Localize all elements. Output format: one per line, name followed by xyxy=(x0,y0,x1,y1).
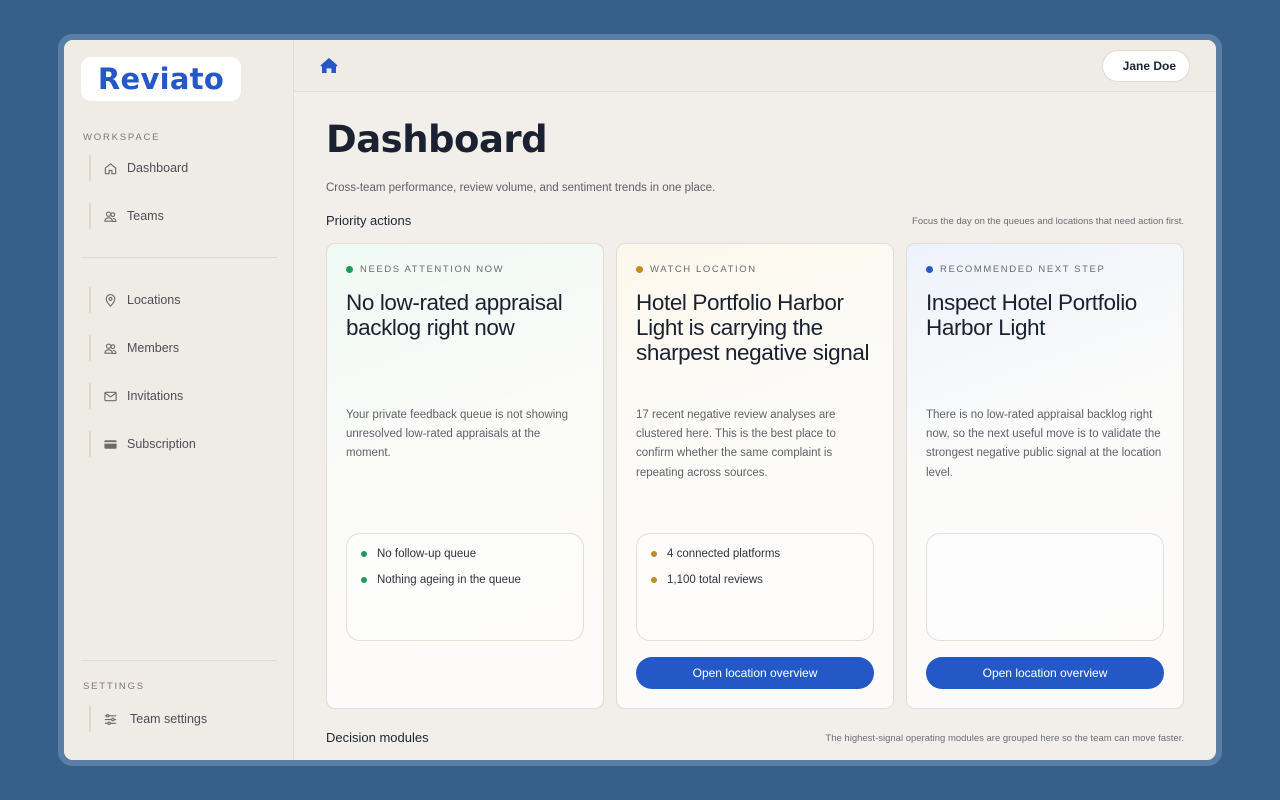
fact-item: Nothing ageing in the queue xyxy=(361,574,569,600)
sidebar-item-invitations[interactable]: Invitations xyxy=(89,383,269,409)
sidebar-item-team-settings[interactable]: Team settings xyxy=(89,706,269,732)
priority-card-watch-location: WATCH LOCATION Hotel Portfolio Harbor Li… xyxy=(616,243,894,709)
bullet-dot xyxy=(361,551,367,557)
members-icon xyxy=(102,340,118,356)
fact-item: 4 connected platforms xyxy=(651,548,859,574)
card-body: 17 recent negative review analyses are c… xyxy=(636,409,836,479)
top-bar: Jane Doe xyxy=(294,40,1216,92)
card-badge-label: NEEDS ATTENTION NOW xyxy=(360,264,505,275)
card-body: There is no low-rated appraisal backlog … xyxy=(926,409,1162,479)
logo[interactable]: Reviato xyxy=(81,57,241,101)
nav-indicator xyxy=(89,203,91,229)
card-badge-label: WATCH LOCATION xyxy=(650,264,757,275)
card-badge: WATCH LOCATION xyxy=(636,264,757,275)
sidebar-item-label: Locations xyxy=(127,293,181,307)
nav-indicator xyxy=(89,431,91,457)
open-location-overview-button[interactable]: Open location overview xyxy=(926,657,1164,689)
app-window: Reviato WORKSPACE Dashboard Teams Locati… xyxy=(58,34,1222,766)
fact-item: No follow-up queue xyxy=(361,548,569,574)
card-badge: RECOMMENDED NEXT STEP xyxy=(926,264,1105,275)
card-title: Hotel Portfolio Harbor Light is carrying… xyxy=(636,290,870,365)
fact-text: No follow-up queue xyxy=(377,548,477,560)
sidebar-item-label: Teams xyxy=(127,209,164,223)
priority-cards: NEEDS ATTENTION NOW No low-rated apprais… xyxy=(326,243,1184,709)
card-body: Your private feedback queue is not showi… xyxy=(346,409,569,460)
card-title: No low-rated appraisal backlog right now xyxy=(346,290,563,340)
sidebar-item-locations[interactable]: Locations xyxy=(89,287,269,313)
card-facts xyxy=(926,533,1164,641)
main-area: Jane Doe Dashboard Cross-team performanc… xyxy=(294,40,1216,760)
status-dot xyxy=(926,266,933,273)
sidebar-item-label: Invitations xyxy=(127,389,184,403)
app-frame: Reviato WORKSPACE Dashboard Teams Locati… xyxy=(64,40,1216,760)
sidebar-item-subscription[interactable]: Subscription xyxy=(89,431,269,457)
priority-section-title: Priority actions xyxy=(326,213,412,228)
card-badge: NEEDS ATTENTION NOW xyxy=(346,264,504,275)
card-badge-label: RECOMMENDED NEXT STEP xyxy=(940,264,1106,275)
status-dot xyxy=(636,266,643,273)
nav-indicator xyxy=(89,287,91,313)
nav-indicator xyxy=(89,335,91,361)
nav-indicator xyxy=(89,706,91,732)
map-pin-icon xyxy=(102,292,118,308)
card-facts: No follow-up queue Nothing ageing in the… xyxy=(346,533,584,641)
open-location-overview-button[interactable]: Open location overview xyxy=(636,657,874,689)
bullet-dot xyxy=(651,551,657,557)
card-facts: 4 connected platforms 1,100 total review… xyxy=(636,533,874,641)
nav-indicator xyxy=(89,155,91,181)
fact-text: 1,100 total reviews xyxy=(667,574,763,586)
bullet-dot xyxy=(651,577,657,583)
user-menu-button[interactable]: Jane Doe xyxy=(1102,50,1190,82)
nav-indicator xyxy=(89,383,91,409)
fact-text: Nothing ageing in the queue xyxy=(377,574,521,586)
page-subtitle: Cross-team performance, review volume, a… xyxy=(326,182,716,194)
sidebar-item-label: Members xyxy=(127,341,180,355)
page-title: Dashboard xyxy=(326,118,548,161)
mail-icon xyxy=(102,388,118,404)
home-icon[interactable] xyxy=(319,56,339,76)
sidebar-item-teams[interactable]: Teams xyxy=(89,203,269,229)
users-icon xyxy=(102,208,118,224)
workspace-section-label: WORKSPACE xyxy=(83,132,161,143)
fact-text: 4 connected platforms xyxy=(667,548,781,560)
home-icon xyxy=(102,160,118,176)
priority-section-hint: Focus the day on the queues and location… xyxy=(912,216,1184,227)
sidebar-divider xyxy=(81,660,277,661)
sidebar-item-dashboard[interactable]: Dashboard xyxy=(89,155,269,181)
priority-card-next-step: RECOMMENDED NEXT STEP Inspect Hotel Port… xyxy=(906,243,1184,709)
sidebar-item-members[interactable]: Members xyxy=(89,335,269,361)
priority-card-attention: NEEDS ATTENTION NOW No low-rated apprais… xyxy=(326,243,604,709)
sidebar-item-label: Team settings xyxy=(130,712,208,726)
user-name: Jane Doe xyxy=(1122,59,1176,73)
bullet-dot xyxy=(361,577,367,583)
sidebar-item-label: Subscription xyxy=(127,437,196,451)
settings-section-label: SETTINGS xyxy=(83,681,145,692)
credit-card-icon xyxy=(102,436,118,452)
sliders-icon xyxy=(102,711,118,727)
decision-section-hint: The highest-signal operating modules are… xyxy=(825,733,1184,744)
sidebar-divider xyxy=(81,257,277,258)
decision-section-title: Decision modules xyxy=(326,730,429,745)
fact-item: 1,100 total reviews xyxy=(651,574,859,600)
card-title: Inspect Hotel Portfolio Harbor Light xyxy=(926,290,1137,340)
status-dot xyxy=(346,266,353,273)
sidebar-item-label: Dashboard xyxy=(127,161,189,175)
sidebar: Reviato WORKSPACE Dashboard Teams Locati… xyxy=(64,40,294,760)
